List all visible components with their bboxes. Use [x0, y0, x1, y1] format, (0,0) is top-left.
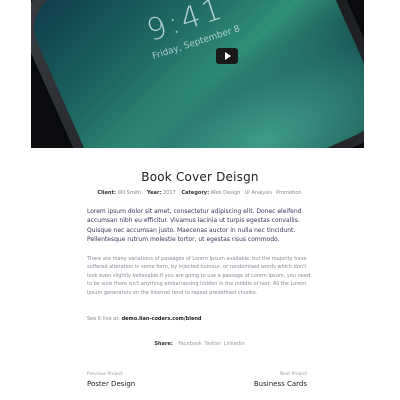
category-promotion[interactable]: Promotion — [276, 190, 301, 196]
share-bar: Share: Facebook Twitter Linkedin — [0, 341, 400, 347]
lead-paragraph: Lorem ipsum dolor sit amet, consectetur … — [87, 208, 302, 244]
next-project-label: Next Project — [279, 372, 307, 377]
category-web-design[interactable]: Web Design — [211, 190, 241, 196]
previous-project-link[interactable]: Poster Design — [87, 380, 135, 388]
next-project-link[interactable]: Business Cards — [254, 380, 307, 388]
category-ui-analysis[interactable]: UI Analysis — [245, 190, 272, 196]
hero-video[interactable]: 9:41 Friday, September 8 — [31, 0, 364, 148]
project-meta: Client: Wil Smith Year: 2017 Category: W… — [0, 190, 400, 196]
see-live-link[interactable]: demo.lian-coders.com/blend — [122, 316, 202, 322]
category-label: Category: — [181, 190, 210, 196]
play-button[interactable] — [216, 48, 238, 64]
body-paragraph: There are many variations of passages of… — [87, 256, 311, 296]
share-label: Share: — [154, 341, 173, 347]
year-label: Year: — [146, 190, 162, 196]
see-live: See it live at: demo.lian-coders.com/ble… — [87, 316, 201, 322]
previous-project-label: Previous Project — [87, 372, 123, 377]
share-facebook-link[interactable]: Facebook — [178, 341, 202, 347]
share-linkedin-link[interactable]: Linkedin — [224, 341, 245, 347]
see-live-label: See it live at: — [87, 316, 120, 322]
client-label: Client: — [97, 190, 116, 196]
project-title: Book Cover Deisgn — [141, 170, 259, 184]
share-twitter-link[interactable]: Twitter — [204, 341, 221, 347]
client-value: Wil Smith — [117, 190, 142, 196]
year-value: 2017 — [162, 190, 176, 196]
